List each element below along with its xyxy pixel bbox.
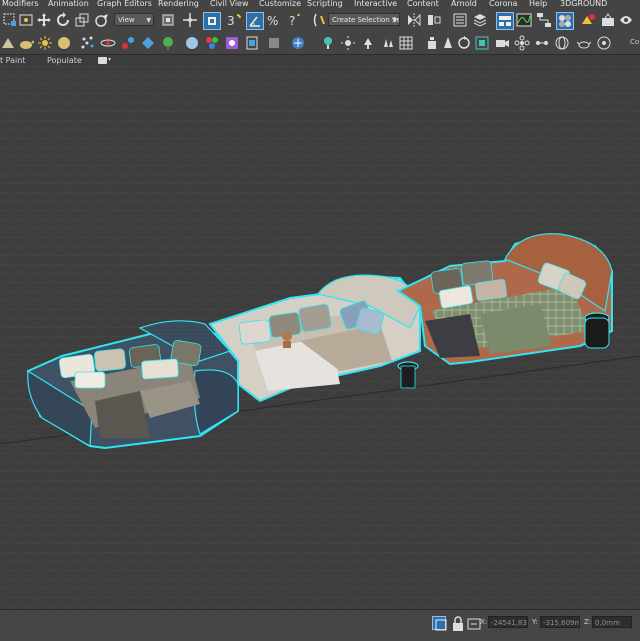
- x-coordinate-label: X:: [480, 618, 488, 626]
- y-coordinate-label: Y:: [532, 618, 538, 626]
- menu-help[interactable]: Help: [529, 0, 547, 8]
- chevron-down-icon: ▼: [392, 17, 397, 24]
- menu-arnold[interactable]: Arnold: [451, 0, 477, 8]
- svg-text:3: 3: [227, 14, 235, 28]
- atom-icon[interactable]: [100, 35, 116, 51]
- select-region-icon[interactable]: [2, 12, 18, 28]
- scale-icon[interactable]: [74, 12, 90, 28]
- render-production-icon[interactable]: [618, 12, 634, 28]
- toggle-layer-explorer-icon[interactable]: [472, 12, 488, 28]
- svg-text:%: %: [267, 14, 278, 28]
- material-editor-icon[interactable]: [556, 12, 574, 30]
- camera-icon[interactable]: [494, 35, 510, 51]
- toolbar-overflow-text: Co: [630, 38, 640, 46]
- multi-material-icon[interactable]: [204, 35, 220, 51]
- spinner-snap-icon[interactable]: ?: [286, 12, 302, 28]
- x-coordinate-value: -24541,83: [491, 619, 527, 627]
- menu-rendering[interactable]: Rendering: [158, 0, 199, 8]
- render-element-icon[interactable]: [224, 35, 240, 51]
- selection-lock-icon[interactable]: [432, 616, 447, 631]
- curve-editor-icon[interactable]: [516, 12, 532, 28]
- cone-icon[interactable]: [0, 35, 16, 51]
- menu-3dground[interactable]: 3DGROUND: [560, 0, 607, 8]
- percent-snap-icon[interactable]: %: [266, 12, 282, 28]
- cone-light-icon[interactable]: [440, 35, 456, 51]
- selection-set-dropdown[interactable]: Create Selection Se ▼: [328, 13, 400, 26]
- absolute-mode-transform-icon[interactable]: [466, 616, 481, 630]
- menu-customize[interactable]: Customize: [259, 0, 301, 8]
- snaps-toggle-icon[interactable]: 3: [226, 12, 242, 28]
- z-coordinate-field[interactable]: 0,0mm: [592, 616, 632, 628]
- y-coordinate-value: -315,609m: [543, 619, 580, 627]
- ribbon-toggle-icon[interactable]: [98, 57, 107, 64]
- physics-icon[interactable]: [120, 35, 136, 51]
- flower-icon[interactable]: [514, 35, 530, 51]
- status-bar: X: -24541,83 Y: -315,609m Z: 0,0mm: [0, 609, 640, 641]
- menu-interactive[interactable]: Interactive: [354, 0, 397, 8]
- select-place-icon[interactable]: [94, 12, 110, 28]
- angle-snap-icon[interactable]: [246, 12, 264, 30]
- keyboard-shortcut-override-icon[interactable]: [203, 12, 221, 30]
- pivot-center-icon[interactable]: [160, 12, 176, 28]
- secondary-toolbar: Co: [0, 32, 640, 54]
- frame-buffer-icon[interactable]: [474, 35, 490, 51]
- teapot-outline-icon[interactable]: [576, 35, 592, 51]
- align-icon[interactable]: [426, 12, 442, 28]
- perspective-viewport[interactable]: [0, 66, 640, 609]
- selection-set-value: Create Selection Se: [332, 16, 400, 24]
- reference-coordinate-dropdown[interactable]: View ▼: [114, 13, 154, 26]
- edit-named-selection-icon[interactable]: [312, 12, 328, 28]
- globe-icon[interactable]: [554, 35, 570, 51]
- y-coordinate-field[interactable]: -315,609m: [540, 616, 580, 628]
- foliage-icon[interactable]: [160, 35, 176, 51]
- proxy-icon[interactable]: [244, 35, 260, 51]
- settings-dots-icon[interactable]: [534, 35, 550, 51]
- trees-icon[interactable]: [380, 35, 396, 51]
- lamp-icon[interactable]: [360, 35, 376, 51]
- material-sphere-icon[interactable]: [184, 35, 200, 51]
- schematic-view-icon[interactable]: [536, 12, 552, 28]
- menu-modifiers[interactable]: Modifiers: [2, 0, 39, 8]
- sun-icon[interactable]: [340, 35, 356, 51]
- move-icon[interactable]: [36, 12, 52, 28]
- x-coordinate-field[interactable]: -24541,83: [488, 616, 528, 628]
- render-setup-icon[interactable]: [580, 12, 596, 28]
- teddy-bear: [282, 331, 292, 341]
- scatter-icon[interactable]: [80, 35, 96, 51]
- z-coordinate-label: Z:: [584, 618, 592, 626]
- rendered-frame-window-icon[interactable]: [600, 12, 616, 28]
- light-lister-icon[interactable]: [320, 35, 336, 51]
- box-gray-icon[interactable]: [266, 35, 282, 51]
- particle-icon[interactable]: [140, 35, 156, 51]
- menu-bar: Modifiers Animation Graph Editors Render…: [0, 0, 640, 8]
- toggle-scene-explorer-icon[interactable]: [452, 12, 468, 28]
- main-toolbar: View ▼ 3 % ? Create Selection Se ▼: [0, 8, 640, 33]
- reference-coordinate-value: View: [118, 16, 135, 24]
- menu-graph-editors[interactable]: Graph Editors: [97, 0, 152, 8]
- sphere-light-icon[interactable]: [56, 35, 72, 51]
- scene-converter-icon[interactable]: [290, 35, 306, 51]
- rotate-icon[interactable]: [55, 12, 71, 28]
- teapot-icon[interactable]: [18, 35, 34, 51]
- menu-corona[interactable]: Corona: [489, 0, 517, 8]
- toggle-ribbon-icon[interactable]: [496, 12, 514, 30]
- viewport-canvas[interactable]: [0, 66, 640, 609]
- lock-icon[interactable]: [450, 616, 463, 631]
- circle-target-icon[interactable]: [596, 35, 612, 51]
- menu-scripting[interactable]: Scripting: [307, 0, 343, 8]
- light-burst-icon[interactable]: [37, 35, 53, 51]
- menu-animation[interactable]: Animation: [48, 0, 89, 8]
- chevron-down-icon: ▾: [108, 56, 112, 63]
- menu-civil-view[interactable]: Civil View: [210, 0, 249, 8]
- grid-panel-icon[interactable]: [398, 35, 414, 51]
- svg-text:?: ?: [289, 14, 295, 28]
- reset-xform-icon[interactable]: [456, 35, 472, 51]
- mirror-icon[interactable]: [406, 12, 422, 28]
- select-manipulate-icon[interactable]: [182, 12, 198, 28]
- chevron-down-icon: ▼: [146, 17, 151, 24]
- window-crossing-icon[interactable]: [18, 12, 34, 28]
- menu-content[interactable]: Content: [407, 0, 439, 8]
- bottle-icon[interactable]: [424, 35, 440, 51]
- z-coordinate-value: 0,0mm: [595, 619, 620, 627]
